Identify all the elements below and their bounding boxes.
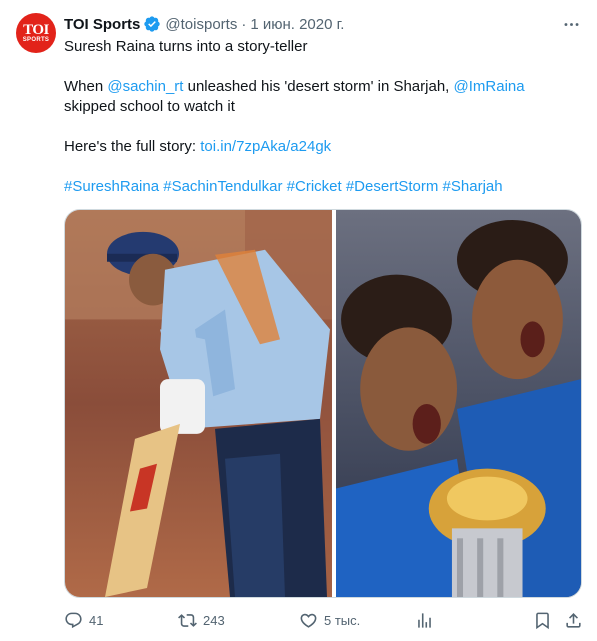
- reply-count: 41: [89, 612, 104, 628]
- hashtag[interactable]: #SachinTendulkar: [163, 178, 282, 195]
- like-icon: [300, 613, 317, 628]
- retweet-icon: [178, 613, 197, 627]
- tweet-card[interactable]: TOI SPORTS TOI Sports @toisports · 1 июн…: [0, 0, 597, 641]
- tweet-text-fragment: unleashed his 'desert storm' in Sharjah,: [183, 78, 454, 95]
- views-icon: [418, 612, 431, 628]
- media-grid: [64, 209, 582, 598]
- hashtag[interactable]: #Sharjah: [443, 178, 503, 195]
- reply-button[interactable]: 41: [64, 611, 103, 630]
- verified-badge-icon: [143, 15, 161, 33]
- tweet-date[interactable]: 1 июн. 2020 г.: [250, 16, 344, 33]
- tweet-line-1: Suresh Raina turns into a story-teller: [64, 38, 308, 55]
- story-link[interactable]: toi.in/7zpAka/a24gk: [200, 138, 331, 155]
- mention-sachin[interactable]: @sachin_rt: [107, 78, 183, 95]
- photo-celebration[interactable]: [336, 210, 581, 597]
- bookmark-icon: [536, 612, 549, 629]
- avatar[interactable]: TOI SPORTS: [16, 13, 56, 53]
- tweet-text: Suresh Raina turns into a story-teller W…: [64, 37, 584, 197]
- action-bar: 41 243 5 тыс.: [64, 608, 584, 632]
- retweet-button[interactable]: 243: [178, 611, 225, 630]
- share-icon: [566, 612, 581, 628]
- photo-batting[interactable]: [65, 210, 332, 597]
- tweet-text-fragment: When: [64, 78, 108, 95]
- hashtag[interactable]: #DesertStorm: [346, 178, 439, 195]
- avatar-logo-text: TOI: [23, 21, 49, 38]
- tweet-text-fragment: Here's the full story:: [64, 138, 201, 155]
- mention-raina[interactable]: @ImRaina: [454, 78, 525, 95]
- tweet-header: TOI Sports @toisports · 1 июн. 2020 г.: [64, 14, 344, 34]
- views-button[interactable]: [415, 611, 434, 630]
- retweet-count: 243: [203, 612, 225, 628]
- reply-icon: [65, 612, 82, 628]
- author-name[interactable]: TOI Sports: [64, 16, 140, 33]
- separator-dot: ·: [241, 15, 247, 33]
- like-count: 5 тыс.: [324, 612, 361, 628]
- like-button[interactable]: 5 тыс.: [299, 611, 360, 630]
- author-handle[interactable]: @toisports: [165, 16, 237, 33]
- tweet-line-2: When @sachin_rt unleashed his 'desert st…: [64, 77, 584, 97]
- tweet-line-3: Here's the full story: toi.in/7zpAka/a24…: [64, 137, 584, 157]
- share-button[interactable]: [564, 611, 583, 630]
- bookmark-button[interactable]: [533, 611, 552, 630]
- tweet-line-2b: skipped school to watch it: [64, 98, 235, 115]
- hashtag[interactable]: #SureshRaina: [64, 178, 159, 195]
- hashtag-row: #SureshRaina #SachinTendulkar #Cricket #…: [64, 177, 584, 197]
- more-icon[interactable]: [561, 14, 581, 34]
- hashtag[interactable]: #Cricket: [287, 178, 342, 195]
- avatar-logo-subtext: SPORTS: [22, 36, 50, 43]
